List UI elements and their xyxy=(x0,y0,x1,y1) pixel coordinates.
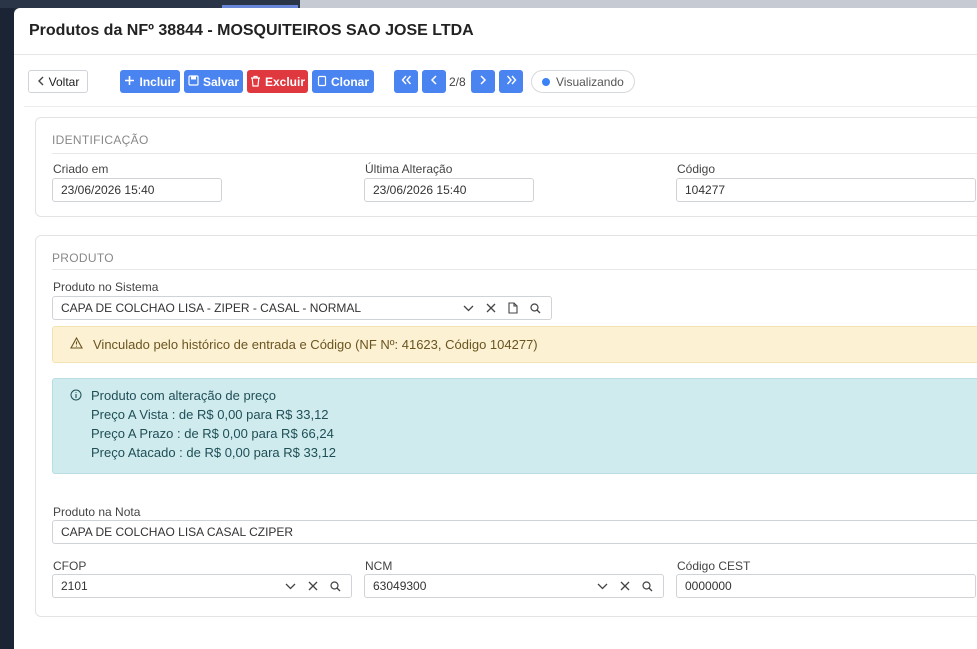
cest-value: 0000000 xyxy=(685,579,732,593)
cfop-value: 2101 xyxy=(61,579,88,593)
clone-button[interactable]: Clonar xyxy=(312,70,374,93)
save-button[interactable]: Salvar xyxy=(184,70,243,93)
updated-label: Última Alteração xyxy=(365,162,453,176)
status-label: Visualizando xyxy=(556,74,624,89)
produto-title: PRODUTO xyxy=(52,251,114,265)
save-button-label: Salvar xyxy=(202,74,240,89)
warning-alert: Vinculado pelo histórico de entrada e Có… xyxy=(52,326,977,363)
chevron-down-icon[interactable] xyxy=(597,583,608,590)
cest-field[interactable]: 0000000 xyxy=(676,574,976,598)
copy-icon xyxy=(317,75,327,89)
code-label: Código xyxy=(677,162,716,176)
add-button-label: Incluir xyxy=(139,74,176,89)
created-label: Criado em xyxy=(53,162,109,176)
next-page-button[interactable] xyxy=(471,70,495,93)
system-product-label: Produto no Sistema xyxy=(53,280,159,294)
identificacao-title: IDENTIFICAÇÃO xyxy=(52,133,149,147)
price-change-alert: Produto com alteração de preço Preço A V… xyxy=(52,378,977,474)
code-field[interactable]: 104277 xyxy=(676,178,976,202)
warning-text: Vinculado pelo histórico de entrada e Có… xyxy=(93,337,538,352)
floppy-disk-icon xyxy=(188,75,199,88)
note-product-field[interactable]: CAPA DE COLCHAO LISA CASAL CZIPER xyxy=(52,520,977,544)
previous-page-button[interactable] xyxy=(422,70,446,93)
identificacao-card: IDENTIFICAÇÃO Criado em 23/06/2026 15:40… xyxy=(35,117,977,217)
chevron-right-icon xyxy=(479,75,487,88)
note-product-label: Produto na Nota xyxy=(53,505,141,519)
background-overlay xyxy=(300,0,977,8)
info-icon xyxy=(70,388,82,460)
cest-label: Código CEST xyxy=(677,559,751,573)
back-button[interactable]: Voltar xyxy=(28,70,88,93)
back-button-label: Voltar xyxy=(48,74,80,89)
updated-value: 23/06/2026 15:40 xyxy=(373,183,467,197)
clear-icon[interactable] xyxy=(486,303,496,313)
plus-icon xyxy=(124,75,135,88)
section-divider xyxy=(52,153,977,154)
trash-icon xyxy=(250,75,261,89)
first-page-button[interactable] xyxy=(394,70,418,93)
search-icon[interactable] xyxy=(330,580,341,592)
delete-button[interactable]: Excluir xyxy=(247,70,308,93)
ncm-value: 63049300 xyxy=(373,579,427,593)
ncm-label: NCM xyxy=(365,559,393,573)
search-icon[interactable] xyxy=(642,580,653,592)
chevron-down-icon[interactable] xyxy=(285,583,296,590)
code-value: 104277 xyxy=(685,183,726,197)
product-modal: Produtos da NFº 38844 - MOSQUITEIROS SAO… xyxy=(14,8,977,649)
double-chevron-left-icon xyxy=(401,75,412,88)
content-divider xyxy=(24,106,977,107)
page-indicator: 2/8 xyxy=(449,75,466,89)
note-product-value: CAPA DE COLCHAO LISA CASAL CZIPER xyxy=(61,525,294,539)
modal-header: Produtos da NFº 38844 - MOSQUITEIROS SAO… xyxy=(14,8,977,55)
search-icon[interactable] xyxy=(530,302,541,314)
price-change-title: Produto com alteração de preço xyxy=(91,388,276,403)
cfop-label: CFOP xyxy=(53,559,87,573)
status-badge: Visualizando xyxy=(531,70,635,93)
background-sidebar xyxy=(0,0,14,649)
chevron-down-icon[interactable] xyxy=(463,305,474,312)
clear-icon[interactable] xyxy=(308,581,318,591)
background-header xyxy=(0,0,977,8)
last-page-button[interactable] xyxy=(499,70,523,93)
warning-icon xyxy=(70,336,83,352)
chevron-left-icon xyxy=(37,76,45,88)
ncm-select[interactable]: 63049300 xyxy=(364,574,664,598)
created-value: 23/06/2026 15:40 xyxy=(61,183,155,197)
delete-button-label: Excluir xyxy=(264,74,306,89)
toolbar: Voltar Incluir Salvar Excluir Clonar 2/8… xyxy=(28,70,968,94)
status-dot-icon xyxy=(542,77,550,86)
produto-card: PRODUTO Produto no Sistema CAPA DE COLCH… xyxy=(35,235,977,617)
chevron-left-icon xyxy=(430,75,438,88)
system-product-select[interactable]: CAPA DE COLCHAO LISA - ZIPER - CASAL - N… xyxy=(52,296,552,320)
created-field: 23/06/2026 15:40 xyxy=(52,178,222,202)
updated-field: 23/06/2026 15:40 xyxy=(364,178,534,202)
price-line-atacado: Preço Atacado : de R$ 0,00 para R$ 33,12 xyxy=(91,445,337,460)
clear-icon[interactable] xyxy=(620,581,630,591)
system-product-value: CAPA DE COLCHAO LISA - ZIPER - CASAL - N… xyxy=(61,301,362,315)
add-button[interactable]: Incluir xyxy=(120,70,180,93)
price-line-aprazo: Preço A Prazo : de R$ 0,00 para R$ 66,24 xyxy=(91,426,334,441)
double-chevron-right-icon xyxy=(506,75,517,88)
section-divider xyxy=(52,269,977,270)
cfop-select[interactable]: 2101 xyxy=(52,574,352,598)
modal-title: Produtos da NFº 38844 - MOSQUITEIROS SAO… xyxy=(29,22,474,39)
clone-button-label: Clonar xyxy=(330,74,369,89)
document-icon[interactable] xyxy=(508,302,518,314)
price-line-avista: Preço A Vista : de R$ 0,00 para R$ 33,12 xyxy=(91,407,329,422)
